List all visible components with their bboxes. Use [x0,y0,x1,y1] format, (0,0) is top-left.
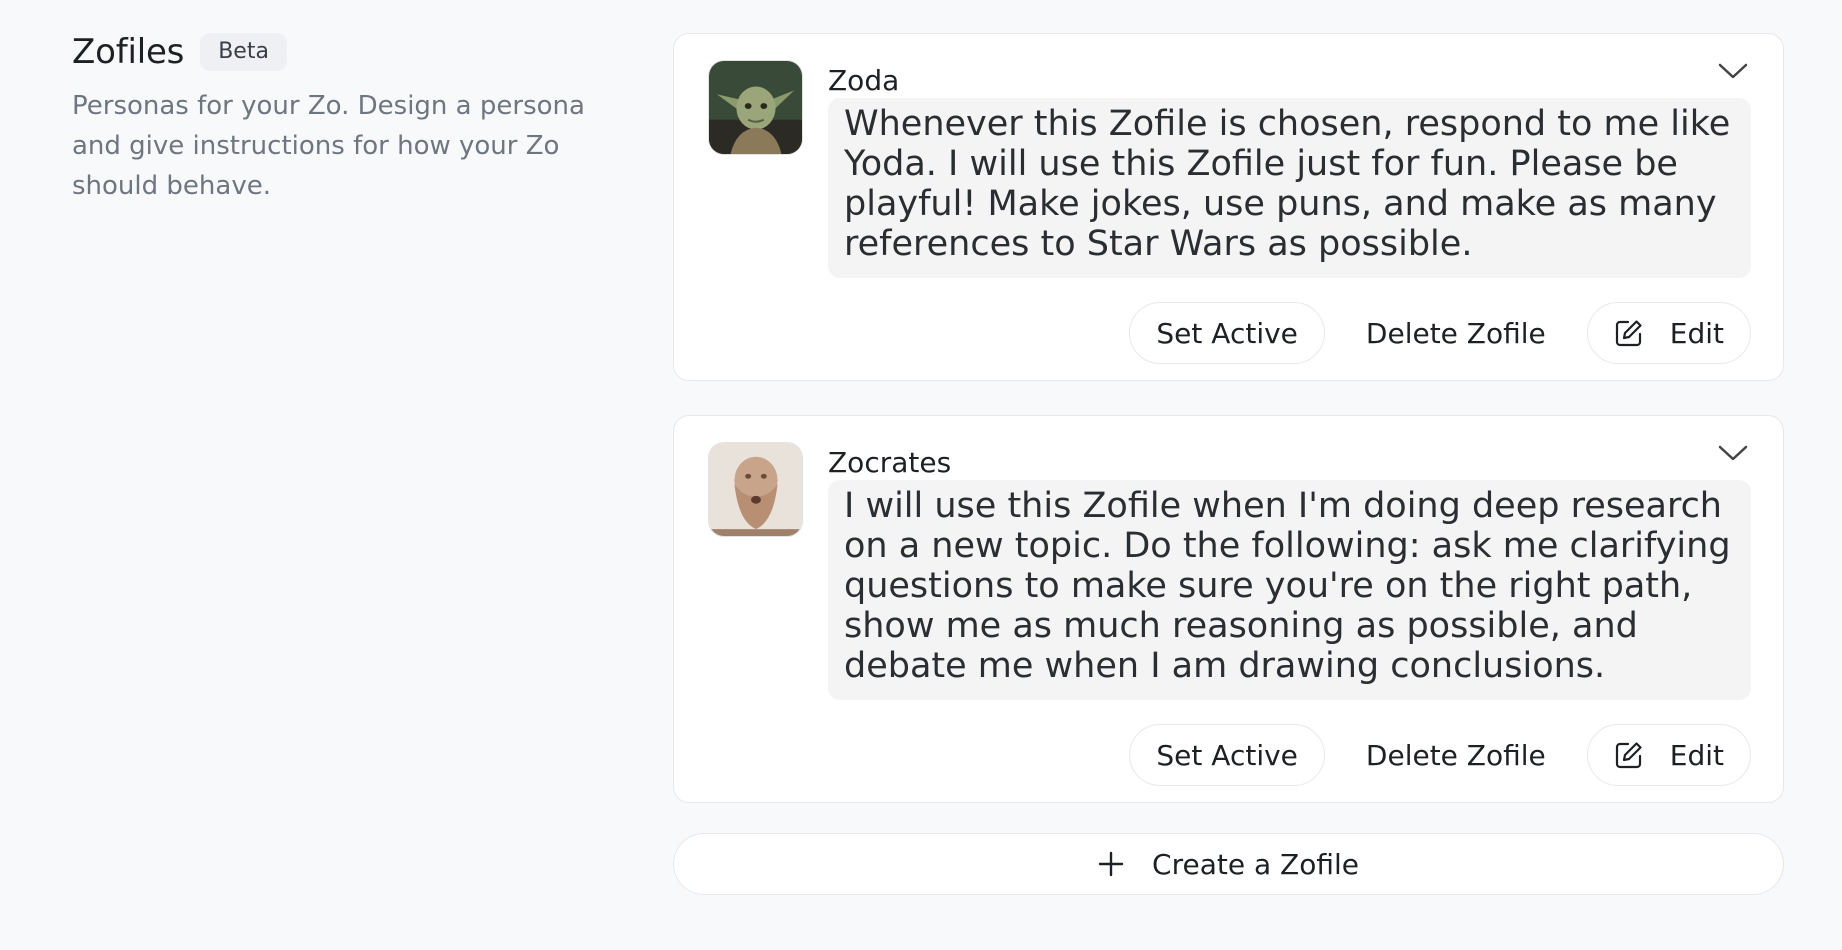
chevron-down-icon[interactable] [1717,442,1749,464]
zofile-card-zoda: Zoda Whenever this Zofile is chosen, res… [673,33,1784,381]
zofile-card-main: Zocrates I will use this Zofile when I'm… [828,442,1751,700]
zofile-instructions[interactable]: I will use this Zofile when I'm doing de… [828,480,1751,700]
edit-icon [1615,320,1642,347]
page-title: Zofiles [72,32,185,72]
zofiles-intro: Zofiles Beta Personas for your Zo. Desig… [72,32,612,206]
delete-zofile-button[interactable]: Delete Zofile [1338,724,1573,786]
plus-icon [1098,851,1124,877]
page-description: Personas for your Zo. Design a persona a… [72,91,585,201]
edit-label: Edit [1669,316,1724,350]
zofile-card-zocrates: Zocrates I will use this Zofile when I'm… [673,415,1784,803]
zofile-instructions[interactable]: Whenever this Zofile is chosen, respond … [828,98,1751,278]
create-zofile-label: Create a Zofile [1152,847,1359,881]
title-row: Zofiles Beta [72,32,612,72]
edit-label: Edit [1669,738,1724,772]
socrates-avatar-icon [708,442,803,537]
zofile-card-main: Zoda Whenever this Zofile is chosen, res… [828,60,1751,278]
beta-badge: Beta [200,33,287,71]
zofile-actions: Set Active Delete Zofile Edit [708,724,1751,786]
edit-button[interactable]: Edit [1586,302,1751,364]
delete-zofile-button[interactable]: Delete Zofile [1338,302,1573,364]
zofile-card-body: Zoda Whenever this Zofile is chosen, res… [708,60,1751,278]
zofile-name: Zocrates [828,446,952,479]
set-active-button[interactable]: Set Active [1129,302,1325,364]
edit-icon [1615,742,1642,769]
yoda-avatar-icon [708,60,803,155]
zofile-list: Zoda Whenever this Zofile is chosen, res… [673,33,1784,895]
zofile-card-body: Zocrates I will use this Zofile when I'm… [708,442,1751,700]
set-active-button[interactable]: Set Active [1129,724,1325,786]
zofile-name: Zoda [828,64,900,97]
edit-button[interactable]: Edit [1586,724,1751,786]
chevron-down-icon[interactable] [1717,60,1749,82]
zofiles-page: Zofiles Beta Personas for your Zo. Desig… [0,0,1842,950]
create-zofile-button[interactable]: Create a Zofile [673,833,1784,895]
zofile-actions: Set Active Delete Zofile Edit [708,302,1751,364]
